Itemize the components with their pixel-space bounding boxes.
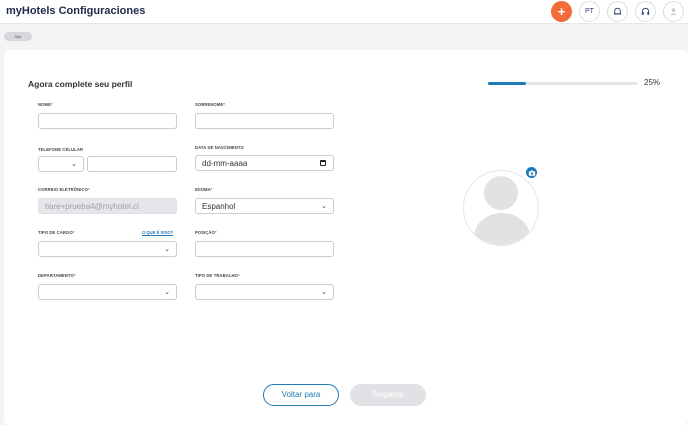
bell-icon [613,7,622,15]
chevron-down-icon: ⌄ [321,203,327,210]
avatar-body [474,213,530,245]
avatar [463,170,539,246]
user-icon [670,8,677,16]
app-title: myHotels Configuraciones [6,5,146,17]
posicao-label: POSIÇÃO* [195,230,217,235]
language-button[interactable]: PT [579,1,600,22]
phone-code-select[interactable]: ⌄ [38,156,84,172]
avatar-head [484,176,518,210]
page-title: Agora complete seu perfil [28,79,133,89]
chevron-down-icon: ⌄ [321,289,327,296]
idioma-label: IDIOMA* [195,187,213,192]
profile-card: Agora complete seu perfil 25% NOME* SOBR… [4,50,688,425]
support-icon [641,7,650,15]
support-button[interactable] [635,1,656,22]
telefone-label: TELEFONE CELULAR [38,147,84,152]
nome-label: NOME* [38,102,53,107]
cargo-select[interactable]: ⌄ [38,241,177,257]
camera-icon [528,170,535,176]
cargo-label: TIPO DE CARGO* [38,230,75,235]
departamento-select[interactable]: ⌄ [38,284,177,300]
calendar-icon[interactable] [320,160,326,166]
chevron-down-icon: ⌄ [164,246,170,253]
plus-icon: + [557,4,566,19]
progress-fill [488,82,526,85]
upload-photo-button[interactable] [524,165,539,180]
posicao-input[interactable] [195,241,334,257]
nascimento-label: DATA DE NASCIMENTO [195,145,244,150]
logout-chip[interactable]: Sair [4,32,32,41]
telefone-input[interactable] [87,156,177,172]
email-label: CORREIO ELETRÔNICO* [38,187,90,192]
chevron-down-icon: ⌄ [164,289,170,296]
add-button[interactable]: + [551,1,572,22]
sobrenome-label: SOBRENOME* [195,102,226,107]
top-bar: myHotels Configuraciones + PT [0,0,688,24]
chevron-down-icon: ⌄ [71,161,77,168]
next-button[interactable]: Seguinte [350,384,426,406]
back-button[interactable]: Voltar para [263,384,339,406]
trabalho-label: TIPO DE TRABALHO* [195,273,240,278]
cargo-help-link[interactable]: O QUE É ISSO? [142,230,173,235]
email-input: tiare+prueba4@myhotel.cl [38,198,177,214]
nascimento-input[interactable]: dd-mm-aaaa [195,155,334,171]
progress-label: 25% [644,78,661,87]
trabalho-select[interactable]: ⌄ [195,284,334,300]
sobrenome-input[interactable] [195,113,334,129]
notifications-button[interactable] [607,1,628,22]
idioma-select[interactable]: Espanhol ⌄ [195,198,334,214]
nome-input[interactable] [38,113,177,129]
progress-bar [488,82,638,85]
top-actions: + PT [551,1,684,22]
departamento-label: DEPARTAMENTO* [38,273,76,278]
profile-button[interactable] [663,1,684,22]
language-label: PT [585,8,594,15]
